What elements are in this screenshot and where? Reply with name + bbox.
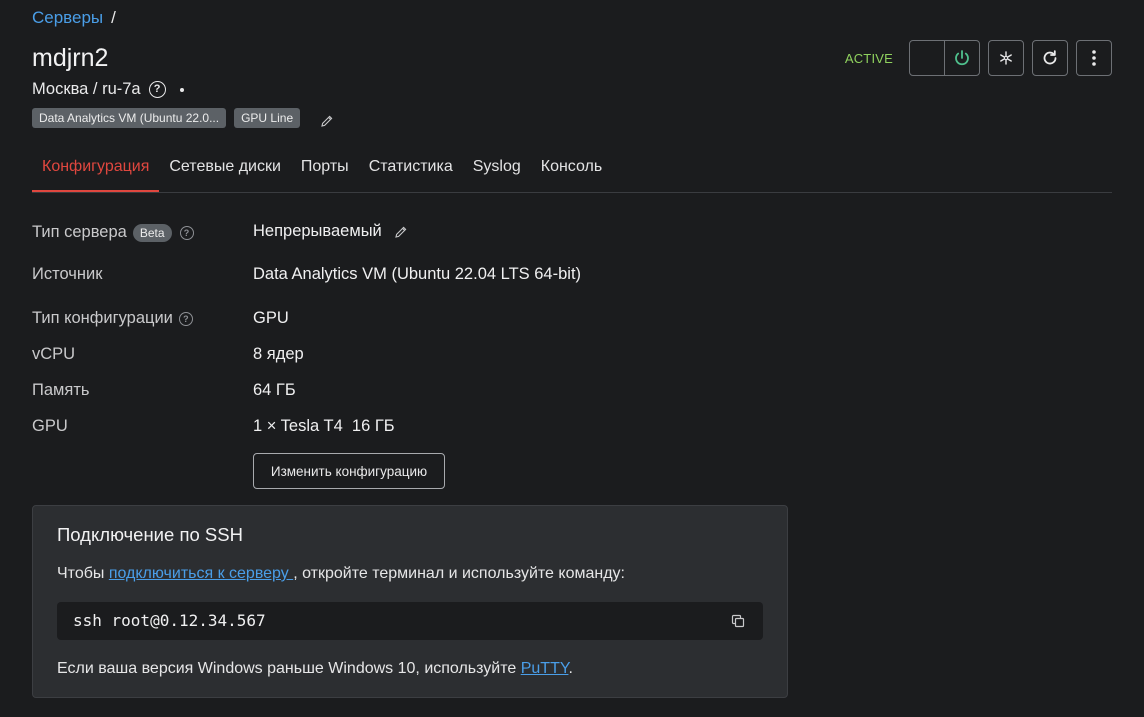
tab-syslog[interactable]: Syslog — [463, 155, 531, 192]
help-icon[interactable]: ? — [148, 81, 166, 98]
source-label: Источник — [32, 265, 103, 283]
ssh-desc-prefix: Чтобы — [57, 565, 109, 582]
help-icon[interactable]: ? — [179, 225, 194, 240]
help-icon[interactable]: ? — [178, 311, 193, 326]
server-type-label: Тип сервера Beta ? — [32, 223, 194, 242]
tab-console[interactable]: Консоль — [531, 155, 612, 192]
status-badge: ACTIVE — [844, 50, 893, 66]
server-location: Москва / ru-7a ? — [32, 80, 184, 99]
ssh-desc-suffix: , откройте терминал и используйте команд… — [293, 565, 625, 582]
tabs: Конфигурация Сетевые диски Порты Статист… — [32, 155, 1112, 193]
status-dot-icon — [179, 87, 184, 92]
config-type-label-text: Тип конфигурации — [32, 309, 173, 327]
location-text: Москва / ru-7a — [32, 80, 141, 98]
server-type-value-text: Непрерываемый — [253, 222, 382, 240]
vcpu-value: 8 ядер — [253, 345, 304, 363]
more-vertical-icon — [1092, 50, 1096, 66]
breadcrumb-servers-link[interactable]: Серверы — [32, 8, 103, 28]
tag-image: Data Analytics VM (Ubuntu 22.0... — [32, 108, 227, 128]
power-toggle-group — [909, 40, 980, 76]
tab-network-disks[interactable]: Сетевые диски — [159, 155, 291, 192]
gpu-value: 1 × Tesla T4 16 ГБ — [253, 417, 395, 435]
config-type-value: GPU — [253, 309, 289, 327]
edit-tags-pencil-icon[interactable] — [320, 114, 334, 128]
more-button[interactable] — [1076, 40, 1112, 76]
ssh-note: Если ваша версия Windows раньше Windows … — [57, 660, 573, 678]
change-configuration-button[interactable]: Изменить конфигурацию — [253, 453, 445, 489]
breadcrumb: Серверы / — [32, 8, 116, 28]
ssh-description: Чтобы подключиться к серверу , откройте … — [57, 565, 625, 583]
memory-value: 64 ГБ — [253, 381, 296, 399]
ssh-note-suffix: . — [568, 660, 573, 677]
server-type-label-text: Тип сервера — [32, 223, 127, 241]
reboot-button[interactable] — [1032, 40, 1068, 76]
vcpu-label: vCPU — [32, 345, 76, 363]
source-value: Data Analytics VM (Ubuntu 22.04 LTS 64-b… — [253, 265, 582, 283]
power-toggle-empty[interactable] — [910, 41, 944, 75]
copy-icon[interactable] — [731, 614, 745, 628]
edit-server-type-pencil-icon[interactable] — [394, 225, 408, 239]
breadcrumb-separator: / — [111, 8, 116, 27]
tab-ports[interactable]: Порты — [291, 155, 359, 192]
connect-to-server-link[interactable]: подключиться к серверу — [109, 565, 293, 582]
beta-badge: Beta — [132, 223, 172, 242]
tab-configuration[interactable]: Конфигурация — [32, 155, 160, 192]
snowflake-icon — [1000, 51, 1012, 65]
config-type-label: Тип конфигурации ? — [32, 309, 193, 328]
tab-statistics[interactable]: Статистика — [359, 155, 463, 192]
page-title: mdjrn2 — [32, 44, 109, 72]
tags-row: Data Analytics VM (Ubuntu 22.0... GPU Li… — [32, 108, 334, 128]
memory-label: Память — [32, 381, 90, 399]
ssh-note-prefix: Если ваша версия Windows раньше Windows … — [57, 660, 521, 677]
putty-link[interactable]: PuTTY — [521, 660, 569, 677]
power-button[interactable] — [944, 41, 979, 75]
ssh-command-box: ssh root@0.12.34.567 — [57, 602, 763, 640]
power-icon — [955, 50, 969, 66]
server-actions: ACTIVE — [845, 40, 1112, 76]
gpu-label: GPU — [32, 417, 68, 435]
ssh-title: Подключение по SSH — [57, 524, 243, 545]
server-type-value: Непрерываемый — [253, 222, 408, 241]
reboot-icon — [1043, 50, 1057, 65]
tag-gpu-line: GPU Line — [234, 108, 301, 128]
ssh-command[interactable]: ssh root@0.12.34.567 — [73, 611, 266, 630]
ssh-panel: Подключение по SSH Чтобы подключиться к … — [32, 505, 788, 698]
freeze-button[interactable] — [988, 40, 1024, 76]
